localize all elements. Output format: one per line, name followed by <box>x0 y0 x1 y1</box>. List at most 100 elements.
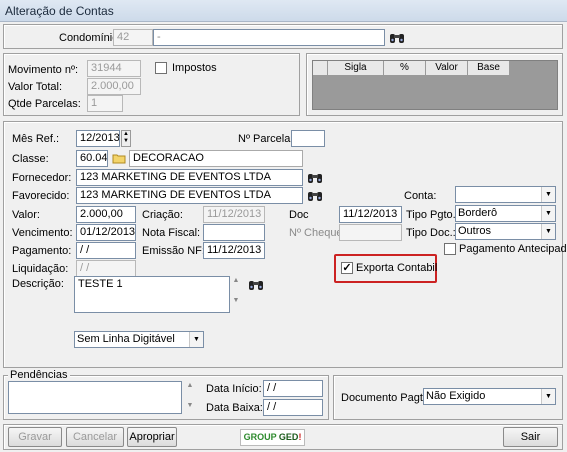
sair-button[interactable]: Sair <box>503 427 558 447</box>
fornecedor-search-button[interactable] <box>305 169 325 186</box>
exporta-contabil-checkbox[interactable]: ✓ <box>341 262 353 274</box>
binoculars-icon <box>249 280 263 290</box>
binoculars-icon <box>390 33 404 43</box>
valor-total-field[interactable]: 2.000,00 <box>87 78 141 95</box>
scroll-down-icon: ▼ <box>232 297 240 304</box>
classe-folder-button[interactable] <box>109 150 129 167</box>
valor-total-label: Valor Total: <box>8 81 63 93</box>
movimento-label: Movimento nº: <box>8 64 79 76</box>
condominio-code-field[interactable]: 42 <box>113 29 153 46</box>
classe-name-field[interactable]: DECORACAO <box>129 150 303 167</box>
doc-field[interactable]: 11/12/2013 <box>339 206 402 223</box>
data-inicio-field[interactable]: / / <box>263 380 323 397</box>
nota-fiscal-label: Nota Fiscal: <box>142 227 201 239</box>
favorecido-label: Favorecido: <box>12 190 70 202</box>
nota-fiscal-field[interactable] <box>203 224 265 241</box>
conta-select[interactable]: ▼ <box>455 186 556 203</box>
pagamento-antecipado-label: Pagamento Antecipado <box>459 243 567 255</box>
grid-header-sigla[interactable]: Sigla <box>328 61 384 76</box>
impostos-checkbox[interactable] <box>155 62 167 74</box>
scroll-down-icon: ▼ <box>186 402 194 409</box>
data-baixa-label: Data Baixa: <box>206 402 263 414</box>
data-baixa-field[interactable]: / / <box>263 399 323 416</box>
chevron-down-icon: ▼ <box>189 332 203 347</box>
spin-up-icon: ▲ <box>123 131 129 137</box>
mes-ref-label: Mês Ref.: <box>12 133 60 145</box>
favorecido-search-button[interactable] <box>305 187 325 204</box>
linha-digitavel-select[interactable]: Sem Linha Digitável ▼ <box>74 331 204 348</box>
pendencias-field[interactable] <box>8 381 182 414</box>
chevron-down-icon: ▼ <box>541 389 555 404</box>
documento-pagto-select[interactable]: Não Exigido ▼ <box>423 388 556 405</box>
window-title: Alteração de Contas <box>5 4 114 18</box>
ncheque-field[interactable] <box>339 224 402 241</box>
grid-header-valor[interactable]: Valor <box>426 61 468 76</box>
logo-group-text: GROUP <box>243 432 277 442</box>
qtde-parcelas-field[interactable]: 1 <box>87 95 123 112</box>
nparcela-field[interactable] <box>291 130 325 147</box>
linha-digitavel-value: Sem Linha Digitável <box>77 333 175 345</box>
scroll-up-icon: ▲ <box>232 277 240 284</box>
emissao-nf-label: Emissão NF: <box>142 245 205 257</box>
logo-ged-text: GED <box>278 432 299 442</box>
qtde-parcelas-label: Qtde Parcelas: <box>8 98 81 110</box>
cancelar-button[interactable]: Cancelar <box>66 427 124 447</box>
grid-header-base[interactable]: Base <box>468 61 510 76</box>
documento-pagto-value: Não Exigido <box>426 390 486 402</box>
criacao-label: Criação: <box>142 209 183 221</box>
fornecedor-field[interactable]: 123 MARKETING DE EVENTOS LTDA <box>76 169 303 186</box>
favorecido-field[interactable]: 123 MARKETING DE EVENTOS LTDA <box>76 187 303 204</box>
liquidacao-field[interactable]: / / <box>76 260 136 277</box>
liquidacao-label: Liquidação: <box>12 263 69 275</box>
scroll-up-icon: ▲ <box>186 382 194 389</box>
valor-label: Valor: <box>12 209 40 221</box>
exporta-contabil-label: Exporta Contabil <box>356 262 438 274</box>
pendencias-scrollbar[interactable]: ▲ ▼ <box>185 381 195 414</box>
descricao-search-button[interactable] <box>246 276 266 293</box>
valor-field[interactable]: 2.000,00 <box>76 206 136 223</box>
tipo-pgto-value: Borderô <box>458 207 498 219</box>
gravar-button[interactable]: Gravar <box>8 427 62 447</box>
tipo-pgto-select[interactable]: Borderô ▼ <box>455 205 556 222</box>
group-ged-logo: GROUP GED! <box>240 429 305 446</box>
tipo-doc-select[interactable]: Outros ▼ <box>455 223 556 240</box>
vencimento-field[interactable]: 01/12/2013 <box>76 224 136 241</box>
mes-ref-field[interactable]: 12/2013 <box>76 130 120 147</box>
classe-label: Classe: <box>12 153 49 165</box>
title-bar: Alteração de Contas <box>0 0 567 22</box>
condominio-name-field[interactable]: - <box>153 29 385 46</box>
nparcela-label: Nº Parcela: <box>238 133 294 145</box>
tipo-pgto-label: Tipo Pgto.: <box>406 209 459 221</box>
impostos-label: Impostos <box>172 62 217 74</box>
grid-header-percent[interactable]: % <box>384 61 426 76</box>
fornecedor-label: Fornecedor: <box>12 172 72 184</box>
documento-pagto-label: Documento Pagto: <box>341 392 433 404</box>
pagamento-label: Pagamento: <box>12 245 72 257</box>
classe-code-field[interactable]: 60.04 <box>76 150 108 167</box>
mes-ref-spinner[interactable]: ▲ ▼ <box>121 130 131 147</box>
impostos-grid[interactable]: Sigla % Valor Base <box>312 60 558 110</box>
descricao-field[interactable]: TESTE 1 <box>74 276 230 313</box>
data-inicio-label: Data Início: <box>206 383 262 395</box>
binoculars-icon <box>308 191 322 201</box>
tipo-doc-value: Outros <box>458 225 492 237</box>
pagamento-field[interactable]: / / <box>76 242 136 259</box>
grid-indicator-header <box>313 61 328 76</box>
emissao-nf-field[interactable]: 11/12/2013 <box>203 242 265 259</box>
logo-exclamation: ! <box>298 432 302 442</box>
ncheque-label: Nº Cheque: <box>289 227 346 239</box>
tipo-doc-label: Tipo Doc.: <box>406 227 456 239</box>
chevron-down-icon: ▼ <box>541 187 555 202</box>
descricao-scrollbar[interactable]: ▲ ▼ <box>231 276 241 313</box>
chevron-down-icon: ▼ <box>541 224 555 239</box>
conta-label: Conta: <box>404 190 437 202</box>
movimento-field[interactable]: 31944 <box>87 60 141 77</box>
apropriar-button[interactable]: Apropriar <box>127 427 177 447</box>
folder-icon <box>112 154 126 164</box>
pagamento-antecipado-checkbox[interactable] <box>444 243 456 255</box>
descricao-label: Descrição: <box>12 278 64 290</box>
doc-label: Doc <box>289 209 309 221</box>
chevron-down-icon: ▼ <box>541 206 555 221</box>
condominio-search-button[interactable] <box>387 29 407 46</box>
criacao-field[interactable]: 11/12/2013 <box>203 206 265 223</box>
